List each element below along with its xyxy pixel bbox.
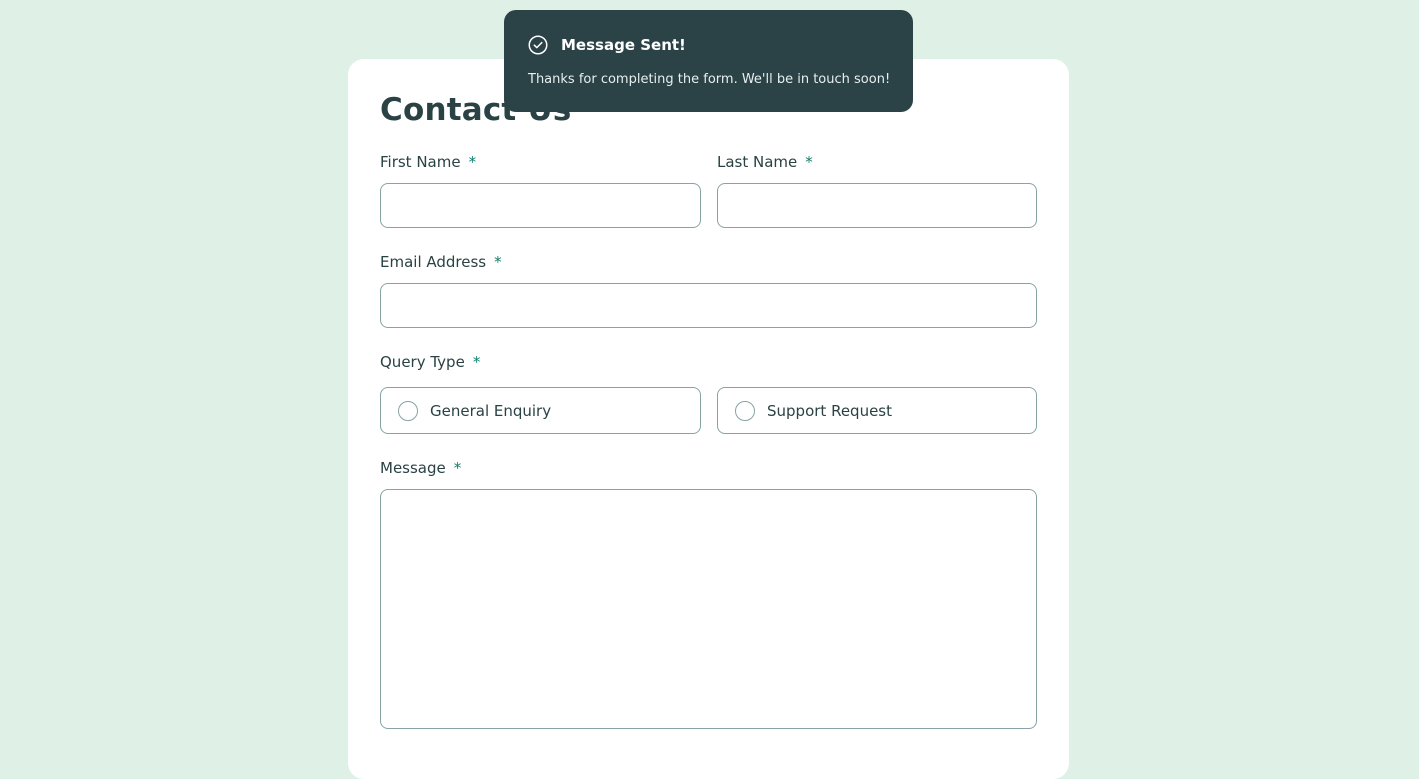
contact-form-card: Contact Us First Name * Last Name * Email … — [348, 59, 1069, 779]
radio-general-enquiry-label: General Enquiry — [430, 401, 552, 420]
query-type-label-text: Query Type — [380, 353, 465, 371]
toast-header: Message Sent! — [528, 35, 686, 55]
required-marker: * — [805, 153, 813, 171]
message-label-text: Message — [380, 459, 446, 477]
first-name-input[interactable] — [380, 183, 701, 228]
toast-title: Message Sent! — [561, 36, 686, 54]
success-toast: Message Sent! Thanks for completing the … — [504, 10, 913, 112]
check-circle-icon — [528, 35, 548, 55]
required-marker: * — [494, 253, 502, 271]
required-marker: * — [468, 153, 477, 171]
radio-general-enquiry[interactable]: General Enquiry — [380, 387, 701, 434]
message-textarea[interactable] — [380, 489, 1037, 729]
email-label: Email Address * — [380, 253, 502, 271]
first-name-label: First Name * — [380, 153, 476, 171]
radio-support-request-label: Support Request — [767, 401, 892, 420]
last-name-input[interactable] — [717, 183, 1037, 228]
last-name-label-text: Last Name — [717, 153, 798, 171]
toast-message: Thanks for completing the form. We'll be… — [528, 72, 891, 87]
radio-support-request[interactable]: Support Request — [717, 387, 1037, 434]
query-type-label: Query Type * — [380, 353, 480, 371]
first-name-label-text: First Name — [380, 153, 461, 171]
email-input[interactable] — [380, 283, 1037, 328]
radio-circle-icon[interactable] — [735, 400, 755, 421]
required-marker: * — [453, 459, 462, 477]
last-name-label: Last Name * — [717, 153, 813, 171]
message-label: Message * — [380, 459, 461, 477]
radio-circle-icon[interactable] — [398, 400, 418, 421]
required-marker: * — [472, 353, 481, 371]
email-label-text: Email Address — [380, 253, 487, 271]
